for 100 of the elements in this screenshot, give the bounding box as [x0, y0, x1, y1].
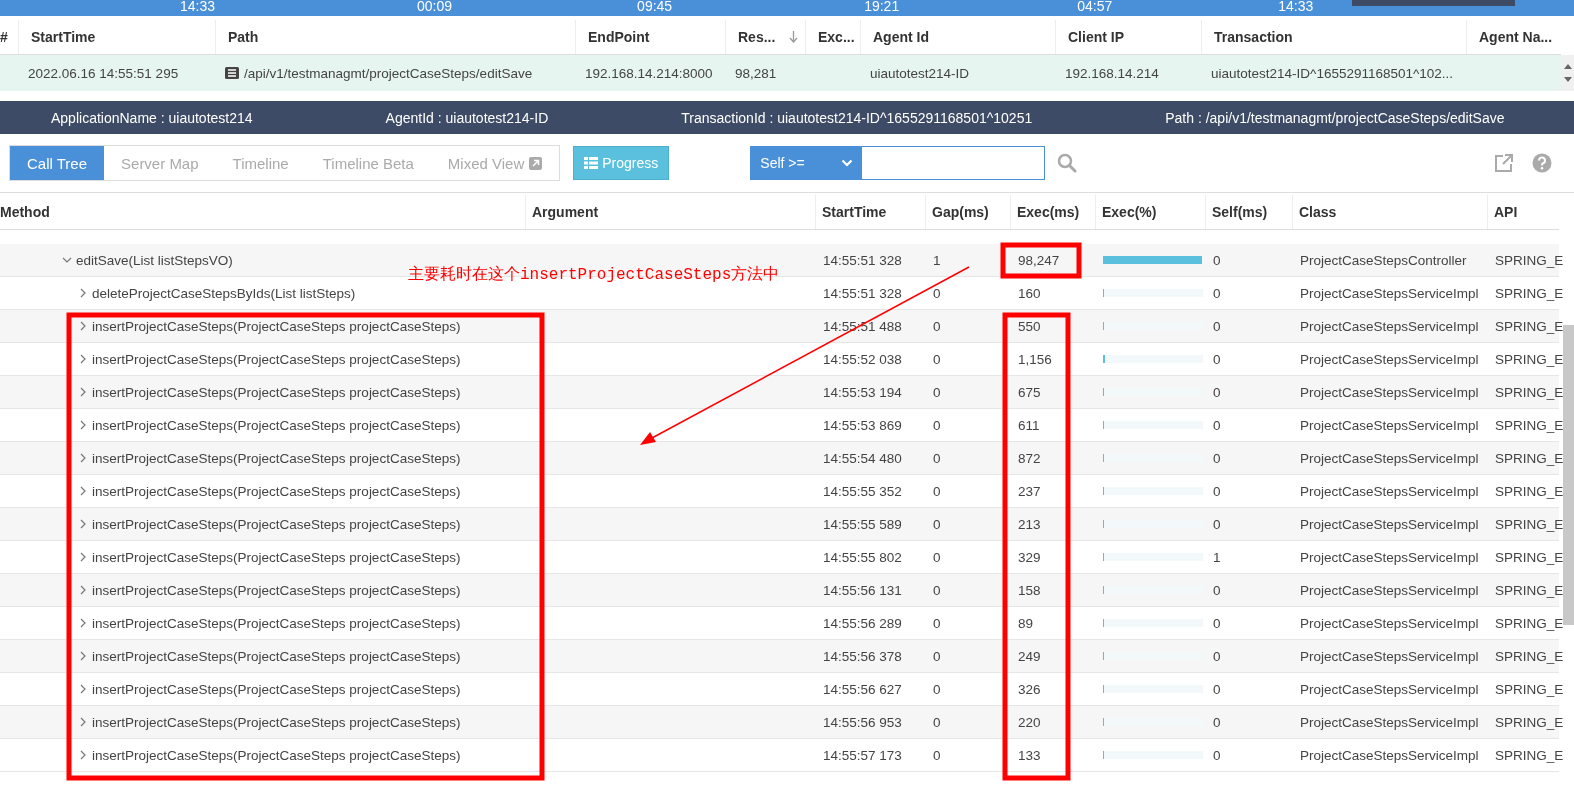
caret-right-icon[interactable]: [78, 684, 88, 694]
time-tick: 09:45: [637, 0, 673, 14]
column-header[interactable]: #: [0, 29, 8, 45]
table-cell: SPRING_E: [1495, 483, 1564, 499]
time-tick: 19:21: [864, 0, 900, 14]
column-header[interactable]: Gap(ms): [925, 195, 1010, 229]
table-cell: 0: [933, 450, 941, 466]
column-header[interactable]: EndPoint: [588, 29, 650, 45]
table-cell: 14:55:51 328: [823, 252, 902, 268]
table-cell: 14:55:53 194: [823, 384, 902, 400]
table-cell: 14:55:56 627: [823, 681, 902, 697]
table-cell-text: uiautotest214-ID^1655291168501^102...: [1210, 64, 1455, 83]
table-cell: 160: [1018, 285, 1041, 301]
table-cell: 1: [933, 252, 941, 268]
scrollbar[interactable]: [1561, 55, 1574, 91]
column-header[interactable]: StartTime: [815, 195, 925, 229]
caret-right-icon[interactable]: [78, 717, 88, 727]
table-cell: 133: [1018, 747, 1041, 763]
table-cell: 14:55:51 328: [823, 285, 902, 301]
column-header[interactable]: Res...: [738, 29, 799, 45]
table-cell: 0: [1213, 714, 1221, 730]
table-cell: 14:55:56 953: [823, 714, 902, 730]
table-cell: ProjectCaseStepsServiceImpl: [1300, 450, 1479, 466]
column-header[interactable]: Self(ms): [1205, 195, 1292, 229]
table-row[interactable]: 2022.06.16 14:55:51 295 /api/v1/testmanagmt/projectCaseSteps/editSave 192.168.14.214:8000 98,281 uiautotest214-ID 192.168.14.214 uiautotest214-ID^1655291168501^102...: [0, 55, 1561, 91]
method-name: insertProjectCaseSteps(ProjectCaseSteps projectCaseSteps): [92, 648, 461, 664]
column-header[interactable]: Method: [0, 195, 525, 229]
column-header[interactable]: Client IP: [1068, 29, 1124, 45]
timeline-handle[interactable]: [1352, 0, 1515, 6]
column-header[interactable]: Exc...: [818, 29, 855, 45]
time-tick: 00:09: [417, 0, 453, 14]
search-icon[interactable]: [1057, 153, 1078, 173]
caret-right-icon[interactable]: [78, 486, 88, 496]
table-cell: SPRING_E: [1495, 252, 1564, 268]
table-cell: ProjectCaseStepsServiceImpl: [1300, 549, 1479, 565]
table-cell: ProjectCaseStepsServiceImpl: [1300, 417, 1479, 433]
caret-right-icon[interactable]: [78, 618, 88, 628]
annotation-text: 主要耗时在这个insertProjectCaseSteps方法中: [408, 264, 780, 285]
caret-right-icon[interactable]: [78, 651, 88, 661]
table-cell: 14:55:56 131: [823, 582, 902, 598]
caret-right-icon[interactable]: [78, 585, 88, 595]
info-text: AgentId : uiautotest214-ID: [385, 109, 549, 126]
table-icon: [584, 157, 599, 169]
caret-right-icon[interactable]: [78, 750, 88, 760]
sort-arrow-icon: [789, 31, 799, 43]
filter-input[interactable]: [861, 146, 1046, 180]
column-header[interactable]: Argument: [525, 195, 815, 229]
table-cell: 0: [933, 714, 941, 730]
table-cell: SPRING_E: [1495, 681, 1564, 697]
table-cell: ProjectCaseStepsServiceImpl: [1300, 285, 1479, 301]
table-cell: SPRING_E: [1495, 450, 1564, 466]
column-header[interactable]: Exec(%): [1095, 195, 1205, 229]
caret-right-icon[interactable]: [78, 519, 88, 529]
table-cell-text: uiautotest214-ID: [869, 64, 971, 83]
caret-right-icon[interactable]: [78, 387, 88, 397]
table-cell: 0: [1213, 252, 1221, 268]
caret-right-icon[interactable]: [78, 288, 88, 298]
column-header[interactable]: StartTime: [31, 29, 96, 45]
column-header[interactable]: Exec(ms): [1010, 195, 1095, 229]
table-cell: 0: [933, 417, 941, 433]
scrollbar[interactable]: [1563, 325, 1574, 625]
table-cell: 0: [933, 285, 941, 301]
caret-right-icon[interactable]: [78, 420, 88, 430]
table-cell: 329: [1018, 549, 1041, 565]
column-header[interactable]: Path: [228, 29, 259, 45]
table-cell: 0: [1213, 318, 1221, 334]
method-name: insertProjectCaseSteps(ProjectCaseSteps projectCaseSteps): [92, 549, 461, 565]
table-cell: 237: [1018, 483, 1041, 499]
external-link-icon[interactable]: [1494, 153, 1514, 173]
path-link[interactable]: /api/v1/testmanagmt/projectCaseSteps/editSave: [244, 65, 533, 81]
column-header[interactable]: Agent Na...: [1479, 29, 1553, 45]
method-name: insertProjectCaseSteps(ProjectCaseSteps projectCaseSteps): [92, 714, 461, 730]
caret-right-icon[interactable]: [78, 552, 88, 562]
column-header[interactable]: Transaction: [1214, 29, 1293, 45]
help-icon[interactable]: [1532, 153, 1552, 173]
table-cell: 0: [1213, 351, 1221, 367]
column-header[interactable]: API: [1487, 195, 1559, 229]
table-cell: ProjectCaseStepsServiceImpl: [1300, 681, 1479, 697]
table-cell: SPRING_E: [1495, 285, 1564, 301]
table-cell: 14:55:54 480: [823, 450, 902, 466]
table-cell: 0: [933, 582, 941, 598]
table-cell: 14:55:53 869: [823, 417, 902, 433]
table-cell: 0: [1213, 483, 1221, 499]
column-header[interactable]: Agent Id: [873, 29, 929, 45]
method-name: insertProjectCaseSteps(ProjectCaseSteps projectCaseSteps): [92, 318, 461, 334]
method-name: insertProjectCaseSteps(ProjectCaseSteps projectCaseSteps): [92, 516, 461, 532]
table-cell: 0: [1213, 450, 1221, 466]
caret-right-icon[interactable]: [78, 453, 88, 463]
chevron-down-icon: [841, 159, 854, 167]
table-cell: 0: [933, 648, 941, 664]
caret-right-icon[interactable]: [78, 354, 88, 364]
table-cell: 675: [1018, 384, 1041, 400]
table-cell: 0: [933, 384, 941, 400]
caret-down-icon[interactable]: [62, 255, 72, 265]
table-cell: 220: [1018, 714, 1041, 730]
column-header[interactable]: Class: [1292, 195, 1487, 229]
caret-right-icon[interactable]: [78, 321, 88, 331]
table-cell: 326: [1018, 681, 1041, 697]
table-cell: 550: [1018, 318, 1041, 334]
table-cell: SPRING_E: [1495, 384, 1564, 400]
